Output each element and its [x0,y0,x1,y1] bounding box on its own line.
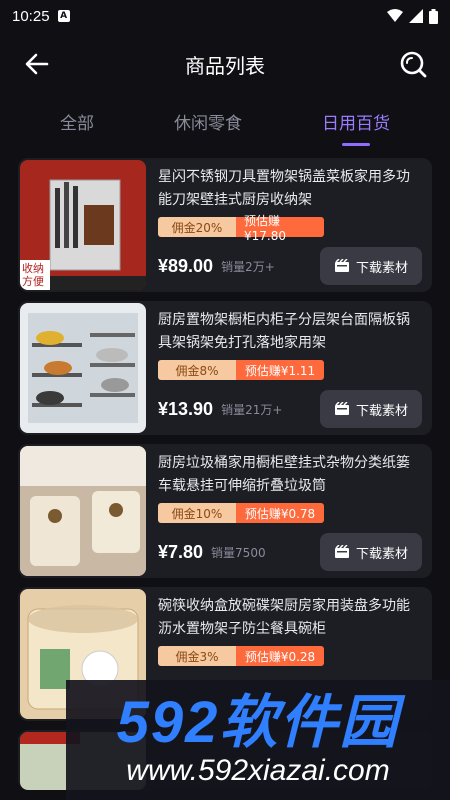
tab-all[interactable]: 全部 [60,109,94,140]
search-icon [400,51,427,78]
tab-daily-goods[interactable]: 日用百货 [322,109,390,140]
search-button[interactable] [398,49,428,79]
film-icon [334,402,349,415]
back-button[interactable] [22,49,52,79]
sales-count: 销量2万+ [221,259,275,274]
watermark-brand: 592软件园 [116,690,400,755]
earnings-badge: 预估赚¥0.28 [236,646,324,666]
download-material-button[interactable]: 下载素材 [320,390,422,428]
commission-badge: 佣金3% [158,646,236,666]
product-card[interactable]: 收纳方便 星闪不锈钢刀具置物架锅盖菜板家用多功能刀架壁挂式厨房收纳架 佣金20%… [18,158,432,292]
commission-badge: 佣金10% [158,503,236,523]
product-title: 厨房置物架橱柜内柜子分层架台面隔板锅具架锅架免打孔落地家用架 [158,312,410,351]
product-price: ¥13.90 [158,398,214,419]
product-title: 星闪不锈钢刀具置物架锅盖菜板家用多功能刀架壁挂式厨房收纳架 [158,169,410,208]
commission-badge: 佣金8% [158,360,236,380]
watermark-overlay: 592软件园 www.592xiazai.com [66,680,450,800]
film-icon [334,259,349,272]
download-material-button[interactable]: 下载素材 [320,533,422,571]
product-card[interactable]: 厨房置物架橱柜内柜子分层架台面隔板锅具架锅架免打孔落地家用架 佣金8% 预估赚¥… [18,301,432,435]
download-label: 下载素材 [355,403,408,419]
earnings-badge: 预估赚¥1.11 [236,360,324,380]
product-image[interactable] [20,446,146,576]
back-arrow-icon [25,53,49,75]
product-title: 厨房垃圾桶家用橱柜壁挂式杂物分类纸篓车载悬挂可伸缩折叠垃圾筒 [158,455,410,494]
thumb-caption: 收纳方便 [22,262,44,288]
watermark-url: www.592xiazai.com [126,754,390,787]
product-image[interactable]: 收纳方便 [20,160,146,290]
app-bar: 商品列表 [0,32,450,96]
commission-badge: 佣金20% [158,217,236,237]
film-icon [334,545,349,558]
battery-icon [429,8,438,24]
status-bar: 10:25 A [0,0,450,32]
notification-icon: A [57,10,70,22]
sales-count: 销量21万+ [221,402,283,417]
download-label: 下载素材 [355,260,408,276]
earnings-badge: 预估赚¥0.78 [236,503,324,523]
product-price: ¥7.80 [158,541,204,562]
product-title: 碗筷收纳盒放碗碟架厨房家用装盘多功能沥水置物架子防尘餐具碗柜 [158,598,410,637]
product-price: ¥89.00 [158,255,214,276]
sales-count: 销量7500 [211,545,266,560]
category-tabs: 全部 休闲零食 日用百货 [0,96,450,152]
status-clock: 10:25 [12,7,50,25]
signal-icon [409,9,423,23]
product-card[interactable]: 厨房垃圾桶家用橱柜壁挂式杂物分类纸篓车载悬挂可伸缩折叠垃圾筒 佣金10% 预估赚… [18,444,432,578]
download-material-button[interactable]: 下载素材 [320,247,422,285]
wifi-icon [387,9,403,22]
download-label: 下载素材 [355,546,408,562]
tab-snacks[interactable]: 休闲零食 [174,109,242,140]
earnings-badge: 预估赚¥17.80 [236,214,324,243]
page-title: 商品列表 [185,53,265,78]
product-image[interactable] [20,303,146,433]
